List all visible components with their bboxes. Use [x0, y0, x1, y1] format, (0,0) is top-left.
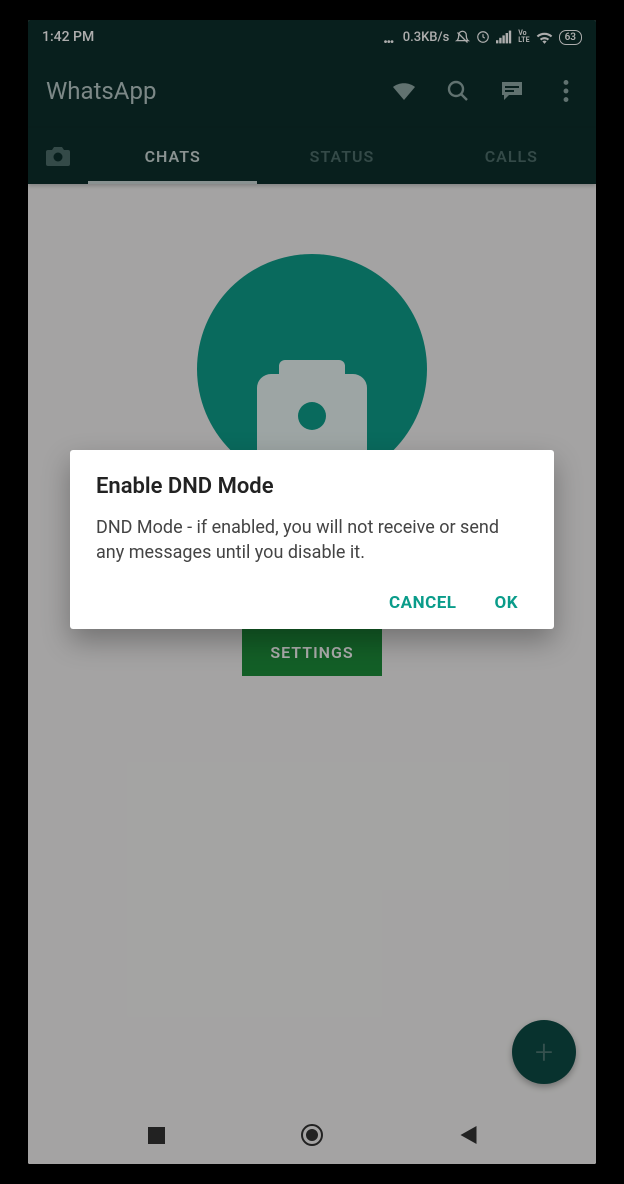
dialog-body: DND Mode - if enabled, you will not rece… — [96, 515, 528, 565]
phone-screen: 1:42 PM ... 0.3KB/s VoLTE 63 WhatsApp — [28, 20, 596, 1164]
dialog-title: Enable DND Mode — [96, 474, 528, 499]
ok-button[interactable]: OK — [494, 593, 518, 613]
dnd-dialog: Enable DND Mode DND Mode - if enabled, y… — [70, 450, 554, 629]
cancel-button[interactable]: CANCEL — [389, 593, 456, 613]
